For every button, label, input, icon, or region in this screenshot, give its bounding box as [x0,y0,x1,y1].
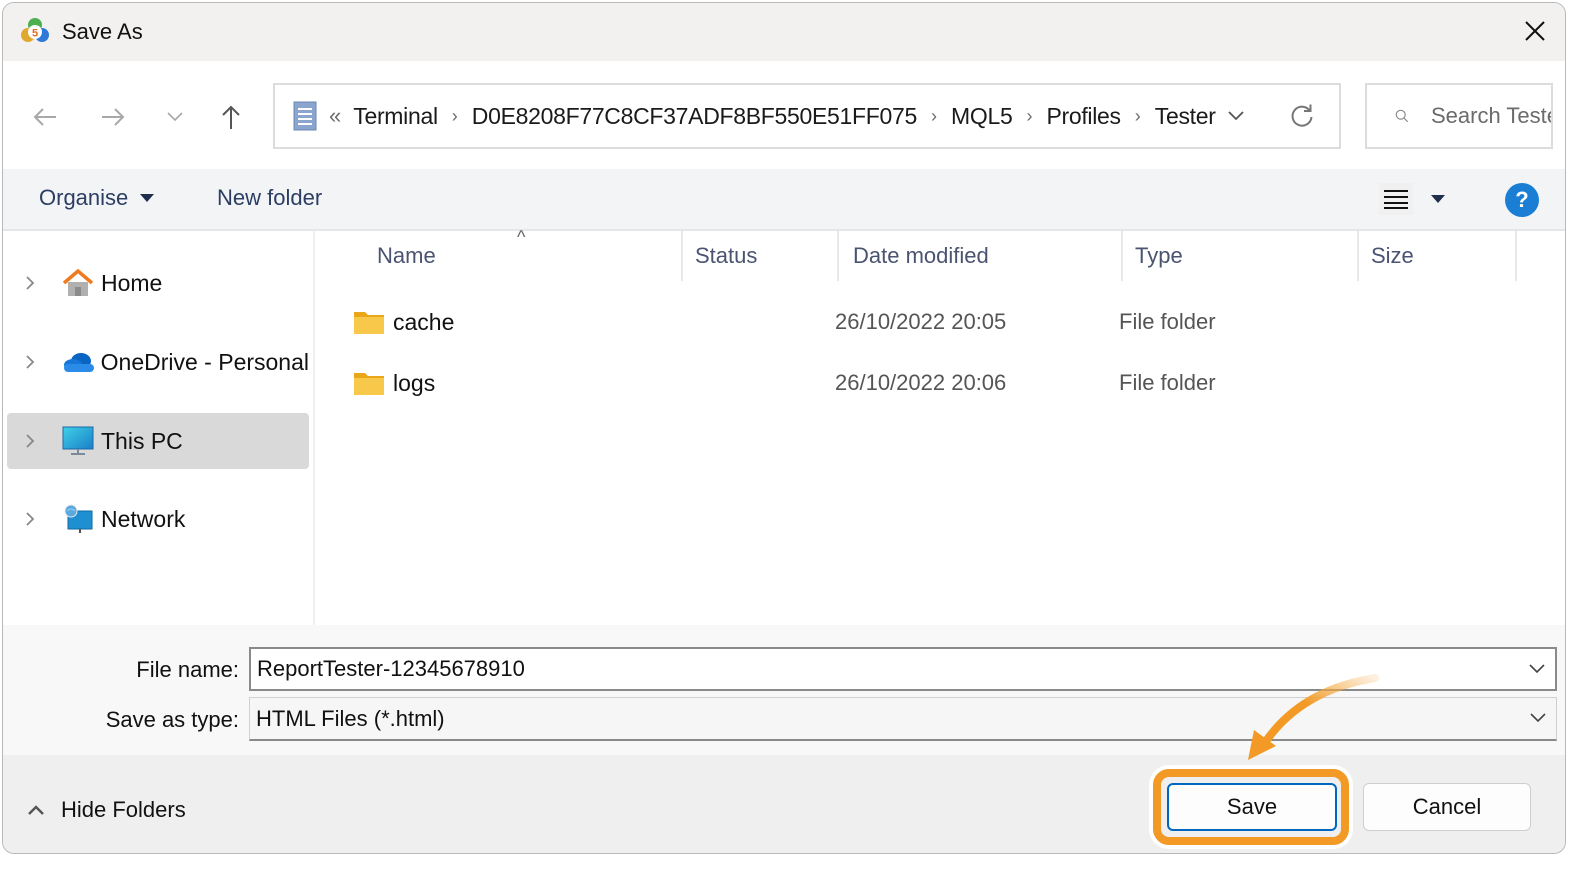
view-options-dropdown[interactable] [1431,195,1445,203]
breadcrumb-profiles[interactable]: Profiles [1046,103,1121,130]
expand-chevron-icon[interactable] [25,354,41,370]
navigation-bar: « Terminal › D0E8208F77C8CF37ADF8BF550E5… [3,61,1565,169]
address-bar[interactable]: « Terminal › D0E8208F77C8CF37ADF8BF550E5… [273,83,1341,149]
file-date-modified: 26/10/2022 20:05 [835,309,1007,334]
new-folder-button[interactable]: New folder [217,185,322,211]
arrow-left-icon [33,108,56,126]
save-options-panel: File name: Save as type: HTML Files (*.h… [3,625,1565,755]
sidebar-item-home[interactable]: Home [7,255,309,311]
refresh-icon [1291,104,1313,127]
chevron-up-icon [28,805,44,815]
save-as-dialog: 5 Save As « Terminal › D0E8208F77C8CF37A… [2,2,1566,854]
save-as-type-dropdown-button[interactable] [1528,708,1548,728]
command-toolbar: Organise New folder ? [3,169,1565,231]
network-icon [61,502,95,536]
sidebar-item-network[interactable]: Network [7,491,309,547]
monitor-icon [61,424,95,458]
breadcrumb-id-folder[interactable]: D0E8208F77C8CF37ADF8BF550E51FF075 [472,103,918,130]
breadcrumb-separator[interactable]: › [452,106,458,127]
cancel-button[interactable]: Cancel [1363,783,1531,831]
file-date-modified: 26/10/2022 20:06 [835,370,1007,395]
sidebar-item-label: OneDrive - Personal [100,348,309,375]
search-icon [1395,109,1409,123]
sidebar-item-label: Network [101,505,186,532]
file-type: File folder [1119,370,1216,395]
file-row-logs[interactable]: logs 26/10/2022 20:06 File folder [347,358,1547,408]
onedrive-cloud-icon [61,345,95,379]
breadcrumb-separator[interactable]: › [1135,106,1141,127]
arrow-up-icon [222,105,240,129]
file-name-input[interactable] [257,656,1497,682]
chevron-down-icon [167,112,183,122]
sidebar-item-onedrive[interactable]: OneDrive - Personal [7,334,309,390]
expand-chevron-icon[interactable] [25,275,41,291]
recent-locations-button[interactable] [155,97,195,137]
metatrader5-icon: 5 [21,18,49,42]
search-box[interactable] [1365,83,1553,149]
address-dropdown-button[interactable] [1224,104,1248,128]
forward-button[interactable] [93,97,133,137]
refresh-button[interactable] [1287,101,1317,131]
hide-folders-button[interactable]: Hide Folders [27,797,186,823]
sidebar-item-label: Home [101,269,163,296]
file-name: logs [393,370,436,396]
hide-folders-label: Hide Folders [61,797,186,822]
close-button[interactable] [1513,11,1557,51]
chevron-down-icon [1529,664,1545,674]
sort-ascending-icon: ^ [517,227,526,247]
breadcrumb-tester[interactable]: Tester [1155,103,1216,130]
expand-chevron-icon[interactable] [25,511,41,527]
new-folder-label: New folder [217,185,323,210]
caret-down-icon [140,194,155,202]
file-name: cache [393,309,455,335]
breadcrumb-separator[interactable]: › [931,106,937,127]
organise-menu-button[interactable]: Organise [39,185,155,211]
file-row-cache[interactable]: cache 26/10/2022 20:05 File folder [347,297,1547,347]
save-as-type-select[interactable]: HTML Files (*.html) [249,697,1557,741]
breadcrumb-overflow[interactable]: « [329,103,341,129]
file-name-label: File name: [136,657,239,682]
breadcrumb-terminal[interactable]: Terminal [353,103,438,130]
chevron-down-icon [1530,713,1546,723]
breadcrumb-separator[interactable]: › [1026,106,1032,127]
help-icon: ? [1515,187,1529,212]
save-as-type-label: Save as type: [105,707,239,732]
column-header-type[interactable]: Type [1123,231,1359,281]
organise-label: Organise [39,185,129,210]
dialog-footer: Hide Folders Save Cancel [3,755,1565,853]
file-type: File folder [1119,309,1216,334]
save-button[interactable]: Save [1167,783,1337,831]
file-name-dropdown-button[interactable] [1527,659,1547,679]
file-list: Name ^ Status Date modified Type Size ca… [317,227,1565,625]
window-title: Save As [62,19,143,44]
close-icon [1525,21,1545,41]
chevron-down-icon [1227,111,1244,121]
svg-text:5: 5 [32,28,38,40]
column-header-name[interactable]: Name ^ [317,227,683,281]
sidebar-item-label: This PC [101,427,183,454]
help-button[interactable]: ? [1505,183,1539,217]
folder-icon [354,373,384,395]
arrow-right-icon [102,108,125,126]
breadcrumb-mql5[interactable]: MQL5 [951,103,1013,130]
column-header-size[interactable]: Size [1359,231,1517,281]
back-button[interactable] [25,97,65,137]
file-name-combobox[interactable] [249,647,1557,691]
column-header-date-modified[interactable]: Date modified [839,231,1123,281]
folder-icon [354,312,384,334]
sidebar-item-this-pc[interactable]: This PC [7,413,309,469]
search-input[interactable] [1431,103,1551,129]
change-view-button[interactable] [1379,183,1413,215]
home-icon [61,266,95,300]
save-as-type-value: HTML Files (*.html) [256,705,445,731]
document-folder-icon [293,101,317,131]
expand-chevron-icon[interactable] [25,433,41,449]
title-bar: 5 Save As [3,3,1565,61]
list-view-icon [1384,190,1408,209]
navigation-pane: Home OneDrive - Personal This PC Network [3,231,315,625]
column-header-status[interactable]: Status [683,231,839,281]
up-button[interactable] [211,97,251,137]
